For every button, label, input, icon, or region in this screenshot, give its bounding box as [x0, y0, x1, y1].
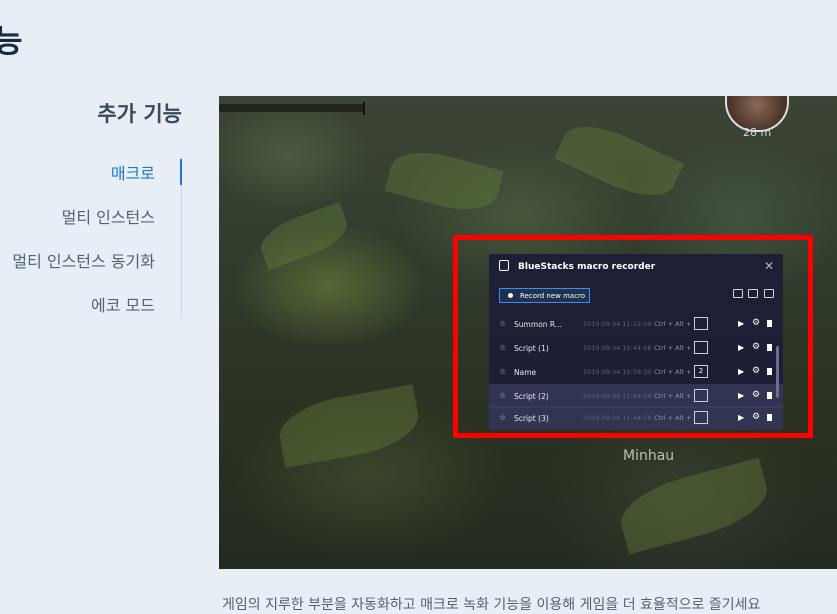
record-new-macro-button[interactable]: Record new macro — [499, 288, 590, 303]
health-bar — [219, 104, 365, 112]
play-icon[interactable]: ▶ — [738, 391, 744, 400]
macro-date: 2019.09.04 10:44:58 — [583, 344, 652, 352]
sidebar-item-multi-instance-sync[interactable]: 멀티 인스턴스 동기화 — [12, 248, 155, 272]
play-icon[interactable]: ▶ — [738, 343, 744, 352]
close-icon[interactable]: ✕ — [764, 259, 774, 273]
macro-row[interactable]: ☆ Name 2019.09.04 10:58:30 Ctrl + Alt + … — [489, 360, 783, 384]
distance-label: 28 m — [743, 126, 772, 139]
macro-date: 2019.09.04 11:44:58 — [583, 392, 652, 400]
macro-shortcut: Ctrl + Alt + — [654, 414, 692, 422]
trash-icon[interactable] — [767, 392, 772, 399]
trash-icon[interactable] — [767, 414, 772, 421]
macro-recorder-header: BlueStacks macro recorder ✕ — [489, 254, 783, 280]
sidebar-item-macro[interactable]: 매크로 — [111, 160, 155, 184]
star-icon[interactable]: ☆ — [499, 413, 506, 422]
sidebar-item-eco-mode[interactable]: 에코 모드 — [91, 292, 155, 316]
macro-date: 2019.09.04 10:58:30 — [583, 368, 652, 376]
gear-icon[interactable]: ⚙ — [752, 390, 760, 400]
export-icon[interactable] — [748, 289, 758, 298]
foliage-decoration — [274, 384, 424, 468]
sidebar-item-multi-instance[interactable]: 멀티 인스턴스 — [62, 204, 155, 228]
screenshot-caption: 게임의 지루한 부분을 자동화하고 매크로 녹화 기능을 이용해 게임을 더 효… — [222, 597, 761, 613]
health-bar-marker — [363, 102, 365, 115]
macro-shortcut: Ctrl + Alt + — [654, 368, 692, 376]
foliage-decoration — [554, 112, 684, 210]
macro-row[interactable]: ☆ Script (1) 2019.09.04 10:44:58 Ctrl + … — [489, 336, 783, 360]
play-icon[interactable]: ▶ — [738, 319, 744, 328]
star-icon[interactable]: ☆ — [499, 343, 506, 352]
sidebar-active-indicator — [180, 159, 182, 185]
macro-date: 2019.09.04 11:44:58 — [583, 414, 652, 422]
game-screenshot: 28 m Minhau BlueStacks macro recorder ✕ … — [219, 96, 837, 569]
macro-name: Script (1) — [514, 344, 549, 353]
macro-shortcut: Ctrl + Alt + — [654, 344, 692, 352]
record-dot-icon — [508, 293, 513, 298]
macro-date: 2019.09.04 11:22:09 — [583, 320, 652, 328]
play-icon[interactable]: ▶ — [738, 413, 744, 422]
macro-name: Script (2) — [514, 392, 549, 401]
macro-recorder-title: BlueStacks macro recorder — [518, 262, 656, 272]
record-new-macro-label: Record new macro — [520, 292, 586, 300]
macro-key-input[interactable]: 2 — [694, 365, 708, 378]
gear-icon[interactable]: ⚙ — [752, 366, 760, 376]
import-icon[interactable] — [733, 289, 743, 298]
macro-recorder-panel: BlueStacks macro recorder ✕ Record new m… — [489, 254, 783, 430]
foliage-decoration — [384, 142, 504, 220]
macro-key-input[interactable] — [694, 411, 708, 424]
gear-icon[interactable]: ⚙ — [752, 412, 760, 422]
star-icon[interactable]: ☆ — [499, 391, 506, 400]
macro-recorder-logo-icon — [499, 260, 509, 271]
macro-shortcut: Ctrl + Alt + — [654, 320, 692, 328]
macro-name: Script (3) — [514, 414, 549, 423]
macro-key-input[interactable] — [694, 341, 708, 354]
macro-list-scrollbar[interactable] — [776, 346, 779, 398]
macro-row[interactable]: ☆ Script (3) 2019.09.04 11:44:58 Ctrl + … — [489, 406, 783, 430]
folder-icon[interactable] — [764, 289, 774, 298]
gear-icon[interactable]: ⚙ — [752, 318, 760, 328]
gear-icon[interactable]: ⚙ — [752, 342, 760, 352]
macro-name: Summon R... — [514, 320, 562, 329]
macro-row[interactable]: ☆ Script (2) 2019.09.04 11:44:58 Ctrl + … — [489, 384, 783, 408]
foliage-decoration — [254, 201, 354, 271]
trash-icon[interactable] — [767, 344, 772, 351]
macro-name: Name — [514, 368, 537, 377]
macro-key-input[interactable] — [694, 389, 708, 402]
trash-icon[interactable] — [767, 368, 772, 375]
sidebar-nav: 매크로 멀티 인스턴스 멀티 인스턴스 동기화 에코 모드 — [0, 156, 182, 318]
trash-icon[interactable] — [767, 320, 772, 327]
macro-shortcut: Ctrl + Alt + — [654, 392, 692, 400]
star-icon[interactable]: ☆ — [499, 319, 506, 328]
macro-key-input[interactable] — [694, 317, 708, 330]
player-name: Minhau — [623, 448, 675, 464]
sidebar-title: 추가 기능 — [97, 102, 182, 126]
macro-row[interactable]: ☆ Summon R... 2019.09.04 11:22:09 Ctrl +… — [489, 312, 783, 336]
page-heading: 능 — [0, 24, 23, 60]
play-icon[interactable]: ▶ — [738, 367, 744, 376]
foliage-decoration — [613, 457, 775, 555]
star-icon[interactable]: ☆ — [499, 367, 506, 376]
